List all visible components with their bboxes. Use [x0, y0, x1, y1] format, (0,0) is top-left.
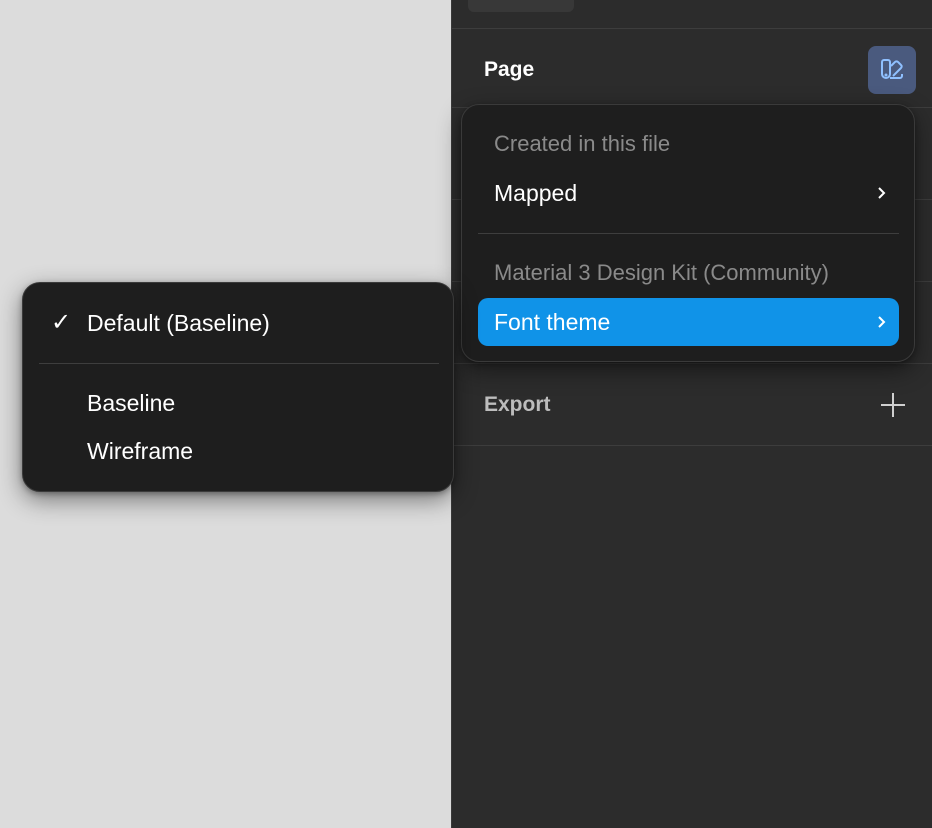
menu-heading-library: Material 3 Design Kit (Community) — [494, 260, 829, 285]
theme-option-baseline-label: Baseline — [87, 390, 176, 416]
library-menu: Created in this file Mapped Material 3 D… — [461, 104, 915, 362]
theme-option-default[interactable]: ✓ Default (Baseline) — [39, 299, 437, 347]
chevron-right-icon — [878, 187, 886, 199]
library-swap-button[interactable] — [868, 46, 916, 94]
theme-option-baseline[interactable]: Baseline — [39, 381, 437, 425]
tab-design[interactable] — [468, 0, 574, 12]
menu-item-mapped[interactable]: Mapped — [478, 171, 899, 215]
menu-item-font-theme-label: Font theme — [494, 309, 611, 335]
menu-item-mapped-label: Mapped — [494, 180, 578, 206]
page-section: Page — [452, 28, 932, 108]
font-theme-submenu: ✓ Default (Baseline) Baseline Wireframe — [22, 282, 454, 492]
export-section: Export — [452, 364, 932, 446]
submenu-divider — [39, 363, 439, 364]
plus-icon — [881, 393, 905, 417]
library-swap-icon — [881, 59, 903, 79]
chevron-right-icon — [878, 316, 886, 328]
checkmark-icon: ✓ — [51, 309, 72, 336]
page-section-title: Page — [484, 58, 535, 81]
export-section-title: Export — [484, 393, 551, 416]
menu-heading-local: Created in this file — [494, 131, 671, 156]
theme-option-wireframe-label: Wireframe — [87, 438, 194, 464]
theme-option-default-label: Default (Baseline) — [87, 310, 270, 336]
panel-tabs — [452, 0, 932, 29]
menu-divider — [478, 233, 899, 234]
menu-item-font-theme[interactable]: Font theme — [478, 298, 899, 346]
theme-option-wireframe[interactable]: Wireframe — [39, 429, 437, 473]
add-export-button[interactable] — [880, 392, 906, 418]
